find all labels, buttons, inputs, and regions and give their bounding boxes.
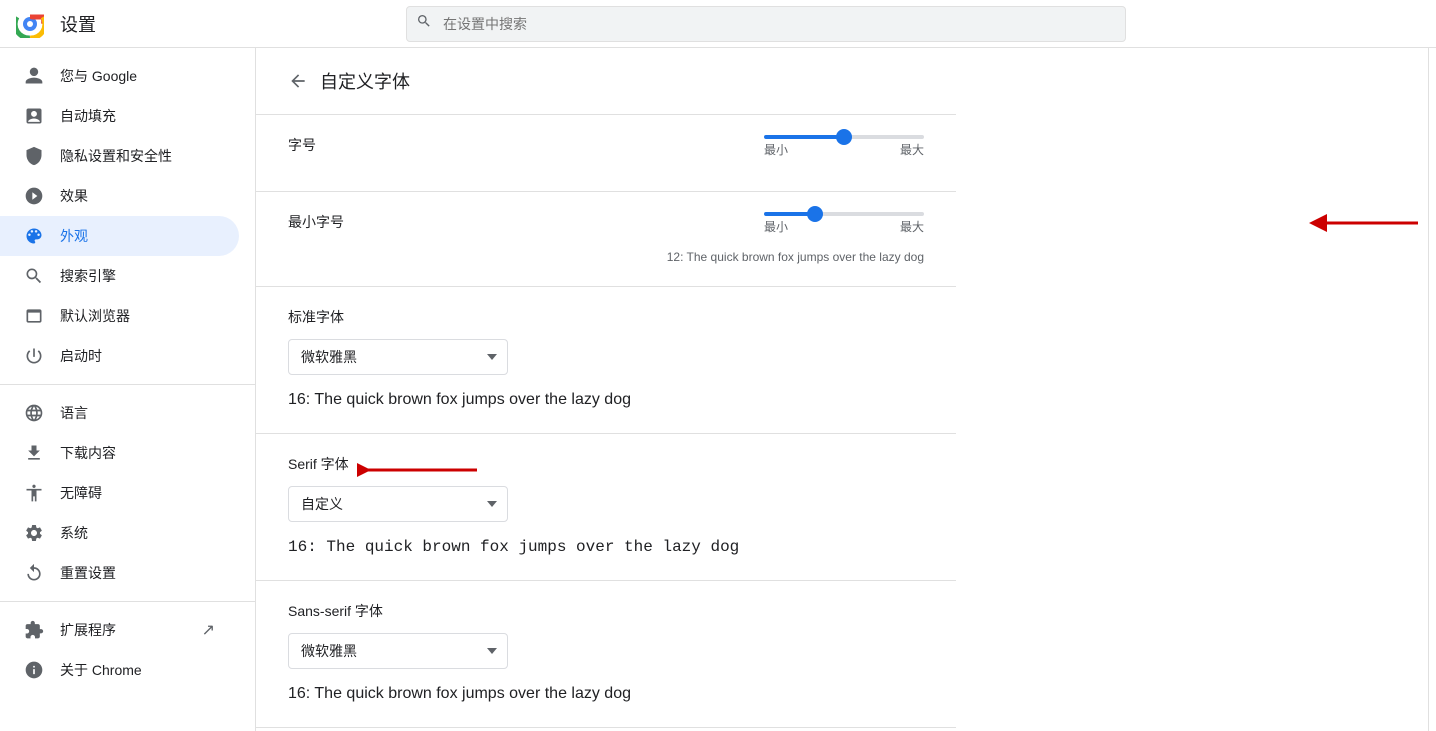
sidebar-label-privacy: 隐私设置和安全性: [60, 146, 172, 166]
sidebar-item-system[interactable]: 系统: [0, 513, 239, 553]
font-size-slider-section: 最小 最大: [764, 135, 924, 158]
standard-font-section: 标准字体 微软雅黑 16: The quick brown fox jumps …: [256, 287, 956, 434]
main-layout: 您与 Google 自动填充 隐私设置和安全性 效果 外观: [0, 48, 1436, 731]
standard-font-preview: 16: The quick brown fox jumps over the l…: [288, 387, 924, 413]
font-size-min-label: 最小: [764, 141, 788, 158]
sans-serif-font-select[interactable]: 微软雅黑: [288, 633, 508, 669]
sidebar-item-about[interactable]: 关于 Chrome: [0, 650, 239, 690]
font-size-label: 字号: [288, 135, 316, 155]
font-size-max-label: 最大: [900, 141, 924, 158]
standard-font-select[interactable]: 微软雅黑: [288, 339, 508, 375]
info-icon: [24, 660, 44, 680]
external-link-icon: ↗: [202, 620, 215, 640]
system-icon: [24, 523, 44, 543]
reset-icon: [24, 563, 44, 583]
search-input[interactable]: [406, 6, 1126, 42]
sidebar-label-browser: 默认浏览器: [60, 306, 130, 326]
sidebar-item-browser[interactable]: 默认浏览器: [0, 296, 239, 336]
sidebar-item-reset[interactable]: 重置设置: [0, 553, 239, 593]
speed-icon: [24, 186, 44, 206]
palette-icon: [24, 226, 44, 246]
annotation-arrow-serif: [357, 458, 487, 482]
sidebar-label-system: 系统: [60, 523, 88, 543]
language-icon: [24, 403, 44, 423]
sidebar-item-privacy[interactable]: 隐私设置和安全性: [0, 136, 239, 176]
sidebar-item-search[interactable]: 搜索引擎: [0, 256, 239, 296]
font-size-section: 字号 最小 最大: [256, 115, 956, 192]
sidebar-label-download: 下载内容: [60, 443, 116, 463]
sidebar-label-performance: 效果: [60, 186, 88, 206]
sidebar-item-google[interactable]: 您与 Google: [0, 56, 239, 96]
sidebar-label-reset: 重置设置: [60, 563, 116, 583]
back-button[interactable]: [288, 71, 308, 91]
sidebar-label-language: 语言: [60, 403, 88, 423]
min-font-size-slider[interactable]: [764, 212, 924, 216]
min-font-note: 12: The quick brown fox jumps over the l…: [667, 250, 924, 264]
content-area: 自定义字体 字号 最小 最大 最小字号: [256, 48, 1428, 731]
sidebar-label-startup: 启动时: [60, 346, 102, 366]
font-size-slider[interactable]: [764, 135, 924, 139]
min-font-size-max-label: 最大: [900, 218, 924, 235]
right-border: [1428, 48, 1436, 731]
extension-icon: [24, 620, 44, 640]
min-font-size-section: 最小字号 最小 最大 12: The quick brown fox jumps…: [256, 192, 956, 287]
annotation-arrow-right: [1308, 203, 1428, 243]
person-icon: [24, 66, 44, 86]
sidebar-label-about: 关于 Chrome: [60, 660, 142, 680]
sidebar-label-extensions: 扩展程序: [60, 620, 116, 640]
search-icon: [416, 13, 432, 34]
sidebar-item-language[interactable]: 语言: [0, 393, 239, 433]
sidebar-item-appearance[interactable]: 外观: [0, 216, 239, 256]
sidebar-label-appearance: 外观: [60, 226, 88, 246]
sidebar-divider-1: [0, 384, 255, 385]
serif-font-select[interactable]: 自定义: [288, 486, 508, 522]
sans-serif-font-preview: 16: The quick brown fox jumps over the l…: [288, 681, 924, 707]
back-header: 自定义字体: [256, 48, 956, 115]
sidebar-label-search: 搜索引擎: [60, 266, 116, 286]
sidebar-item-startup[interactable]: 启动时: [0, 336, 239, 376]
shield-icon: [24, 146, 44, 166]
search-sidebar-icon: [24, 266, 44, 286]
sidebar-label-google: 您与 Google: [60, 66, 137, 86]
sidebar-item-download[interactable]: 下载内容: [0, 433, 239, 473]
sidebar-label-accessibility: 无障碍: [60, 483, 102, 503]
serif-font-section: Serif 字体 自定义 16: The quick brown fox: [256, 434, 956, 581]
font-size-slider-labels: 最小 最大: [764, 141, 924, 158]
min-font-size-slider-labels: 最小 最大: [764, 218, 924, 235]
min-font-size-slider-section: 最小 最大: [764, 212, 924, 235]
page-title: 自定义字体: [320, 68, 410, 94]
browser-icon: [24, 306, 44, 326]
chrome-logo: [16, 10, 44, 38]
min-font-size-label: 最小字号: [288, 212, 344, 232]
sans-serif-font-label: Sans-serif 字体: [288, 601, 924, 621]
sidebar: 您与 Google 自动填充 隐私设置和安全性 效果 外观: [0, 48, 256, 731]
sidebar-item-extensions[interactable]: 扩展程序 ↗: [0, 610, 239, 650]
serif-font-label: Serif 字体: [288, 454, 349, 474]
serif-font-preview: 16: The quick brown fox jumps over the l…: [288, 534, 924, 560]
accessibility-icon: [24, 483, 44, 503]
sidebar-label-autofill: 自动填充: [60, 106, 116, 126]
search-bar: [406, 6, 1126, 42]
sans-serif-font-section: Sans-serif 字体 微软雅黑 16: The quick brown f…: [256, 581, 956, 728]
sidebar-item-accessibility[interactable]: 无障碍: [0, 473, 239, 513]
header: 设置: [0, 0, 1436, 48]
autofill-icon: [24, 106, 44, 126]
sidebar-item-autofill[interactable]: 自动填充: [0, 96, 239, 136]
standard-font-label: 标准字体: [288, 307, 924, 327]
page-content: 自定义字体 字号 最小 最大 最小字号: [256, 48, 956, 731]
app-title: 设置: [60, 11, 96, 37]
download-icon: [24, 443, 44, 463]
sidebar-divider-2: [0, 601, 255, 602]
sidebar-item-performance[interactable]: 效果: [0, 176, 239, 216]
min-font-size-min-label: 最小: [764, 218, 788, 235]
power-icon: [24, 346, 44, 366]
